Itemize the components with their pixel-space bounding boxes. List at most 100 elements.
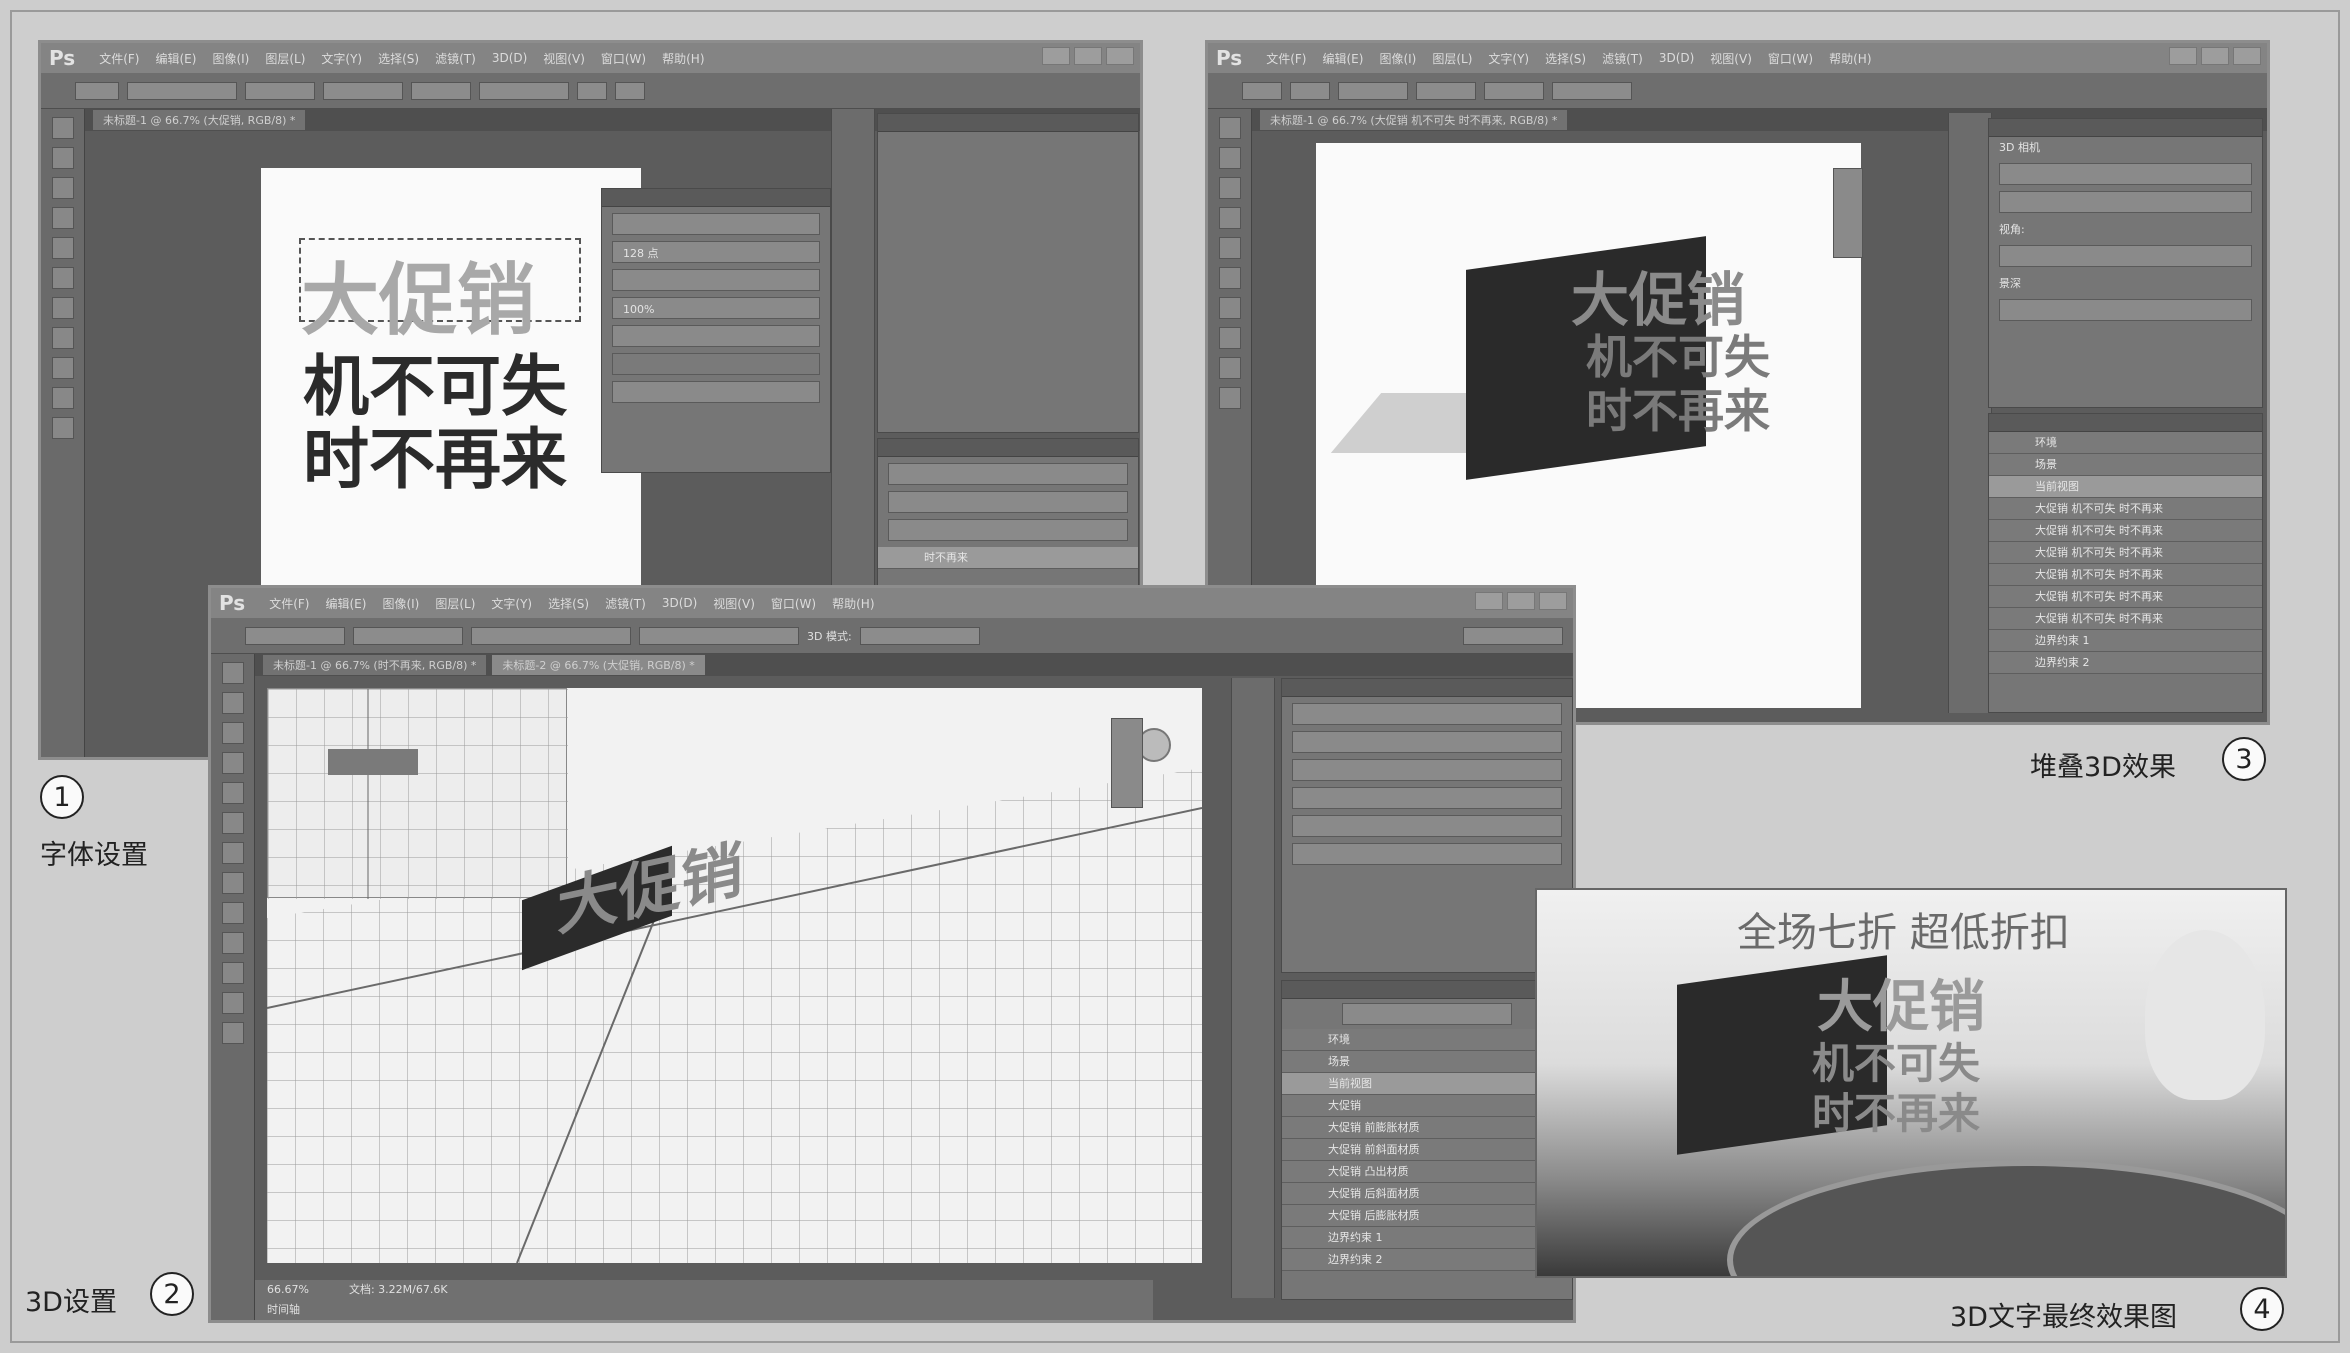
eyedropper-tool-icon[interactable] bbox=[221, 782, 244, 804]
stamp-tool-icon[interactable] bbox=[1218, 267, 1241, 289]
stroke-width-field[interactable] bbox=[1338, 81, 1408, 100]
menu-filter[interactable]: 滤镜(T) bbox=[435, 50, 476, 67]
path-ops[interactable] bbox=[1552, 81, 1632, 100]
align-buttons[interactable] bbox=[479, 81, 569, 100]
menu-window[interactable]: 窗口(W) bbox=[771, 595, 816, 612]
stereo-field[interactable] bbox=[1292, 843, 1562, 865]
eraser-tool-icon[interactable] bbox=[51, 297, 74, 319]
fov-field[interactable] bbox=[1999, 245, 2252, 267]
scene-row[interactable]: 场景 bbox=[1282, 1051, 1572, 1073]
maximize-button[interactable] bbox=[1507, 592, 1535, 610]
distribute-buttons[interactable] bbox=[639, 626, 799, 645]
lasso-tool-icon[interactable] bbox=[221, 722, 244, 744]
hand-tool-icon[interactable] bbox=[1218, 387, 1241, 409]
menu-view[interactable]: 视图(V) bbox=[713, 595, 755, 612]
scene-row[interactable]: 大促销 机不可失 时不再来 bbox=[1989, 520, 2262, 542]
scene-row[interactable]: 边界约束 1 bbox=[1282, 1227, 1572, 1249]
menu-view[interactable]: 视图(V) bbox=[1710, 50, 1752, 67]
crop-tool-icon[interactable] bbox=[221, 752, 244, 774]
lasso-tool-icon[interactable] bbox=[1218, 177, 1241, 199]
font-style-select[interactable] bbox=[245, 81, 315, 100]
menu-layer[interactable]: 图层(L) bbox=[265, 50, 305, 67]
marquee-tool-icon[interactable] bbox=[221, 692, 244, 714]
fov-field[interactable] bbox=[1292, 787, 1562, 809]
style-buttons[interactable] bbox=[612, 353, 820, 375]
scene-row[interactable]: 大促销 前膨胀材质 bbox=[1282, 1117, 1572, 1139]
zoom-level[interactable]: 66.67% bbox=[267, 1280, 309, 1300]
close-button[interactable] bbox=[2233, 47, 2261, 65]
menu-edit[interactable]: 编辑(E) bbox=[1323, 50, 1364, 67]
width-field[interactable] bbox=[1416, 81, 1476, 100]
scene-row[interactable]: 当前视图 bbox=[1989, 476, 2262, 498]
canvas-3d-viewport[interactable]: 大促销 bbox=[267, 688, 1202, 1263]
workspace-select[interactable] bbox=[1463, 626, 1563, 645]
lasso-tool-icon[interactable] bbox=[51, 177, 74, 199]
zoom-tool-icon[interactable] bbox=[51, 417, 74, 439]
doc-tab[interactable]: 未标题-1 @ 66.7% (大促销 机不可失 时不再来, RGB/8) * bbox=[1260, 110, 1568, 130]
menu-window[interactable]: 窗口(W) bbox=[1768, 50, 1813, 67]
menu-3d[interactable]: 3D(D) bbox=[492, 51, 527, 65]
font-family-field[interactable] bbox=[612, 213, 820, 235]
auto-select-checkbox[interactable] bbox=[245, 626, 345, 645]
scene-row[interactable]: 大促销 机不可失 时不再来 bbox=[1989, 542, 2262, 564]
menu-select[interactable]: 选择(S) bbox=[378, 50, 419, 67]
menu-filter[interactable]: 滤镜(T) bbox=[605, 595, 646, 612]
menu-type[interactable]: 文字(Y) bbox=[321, 50, 362, 67]
hand-tool-icon[interactable] bbox=[51, 387, 74, 409]
align-buttons[interactable] bbox=[471, 626, 631, 645]
menu-type[interactable]: 文字(Y) bbox=[491, 595, 532, 612]
menu-filter[interactable]: 滤镜(T) bbox=[1602, 50, 1643, 67]
menu-file[interactable]: 文件(F) bbox=[269, 595, 309, 612]
scene-row[interactable]: 大促销 凸出材质 bbox=[1282, 1161, 1572, 1183]
move-tool-icon[interactable] bbox=[1218, 117, 1241, 139]
scene-row[interactable]: 大促销 前斜面材质 bbox=[1282, 1139, 1572, 1161]
eraser-tool-icon[interactable] bbox=[221, 872, 244, 894]
type-tool-icon[interactable] bbox=[51, 357, 74, 379]
menu-3d[interactable]: 3D(D) bbox=[1659, 51, 1694, 65]
pen-tool-icon[interactable] bbox=[1218, 327, 1241, 349]
doc-tab-2[interactable]: 未标题-2 @ 66.7% (大促销, RGB/8) * bbox=[492, 655, 705, 675]
stamp-tool-icon[interactable] bbox=[51, 267, 74, 289]
commit-button[interactable] bbox=[615, 81, 645, 100]
lock-row[interactable] bbox=[888, 519, 1128, 541]
color-swatch[interactable] bbox=[577, 81, 607, 100]
doc-tab[interactable]: 未标题-1 @ 66.7% (大促销, RGB/8) * bbox=[93, 110, 306, 130]
scale-field[interactable]: 100% bbox=[612, 297, 820, 319]
menu-layer[interactable]: 图层(L) bbox=[435, 595, 475, 612]
scene-row[interactable]: 环境 bbox=[1989, 432, 2262, 454]
scene-row[interactable]: 大促销 后斜面材质 bbox=[1282, 1183, 1572, 1205]
menu-select[interactable]: 选择(S) bbox=[1545, 50, 1586, 67]
scene-row[interactable]: 边界约束 2 bbox=[1282, 1249, 1572, 1271]
doc-tab-1[interactable]: 未标题-1 @ 66.7% (时不再来, RGB/8) * bbox=[263, 655, 487, 675]
projection-toggle[interactable] bbox=[1999, 191, 2252, 213]
distance-field[interactable] bbox=[1999, 299, 2252, 321]
scene-row[interactable]: 大促销 机不可失 时不再来 bbox=[1989, 608, 2262, 630]
menu-image[interactable]: 图像(I) bbox=[212, 50, 249, 67]
scene-row[interactable]: 边界约束 2 bbox=[1989, 652, 2262, 674]
scene-row[interactable]: 当前视图 bbox=[1282, 1073, 1572, 1095]
scene-row[interactable]: 大促销 后膨胀材质 bbox=[1282, 1205, 1572, 1227]
menu-help[interactable]: 帮助(H) bbox=[1829, 50, 1871, 67]
menu-select[interactable]: 选择(S) bbox=[548, 595, 589, 612]
blend-mode-select[interactable] bbox=[888, 491, 1128, 513]
menu-edit[interactable]: 编辑(E) bbox=[326, 595, 367, 612]
eraser-tool-icon[interactable] bbox=[1218, 297, 1241, 319]
fill-swatch[interactable] bbox=[1242, 81, 1282, 100]
crop-tool-icon[interactable] bbox=[1218, 207, 1241, 229]
layer-row[interactable]: 时不再来 bbox=[878, 547, 1138, 569]
stroke-swatch[interactable] bbox=[1290, 81, 1330, 100]
menu-type[interactable]: 文字(Y) bbox=[1488, 50, 1529, 67]
line3-text[interactable]: 时不再来 bbox=[303, 406, 567, 502]
menu-edit[interactable]: 编辑(E) bbox=[156, 50, 197, 67]
menu-3d[interactable]: 3D(D) bbox=[662, 596, 697, 610]
tracking-field[interactable] bbox=[612, 269, 820, 291]
crop-tool-icon[interactable] bbox=[51, 207, 74, 229]
maximize-button[interactable] bbox=[2201, 47, 2229, 65]
menu-view[interactable]: 视图(V) bbox=[543, 50, 585, 67]
menu-window[interactable]: 窗口(W) bbox=[601, 50, 646, 67]
projection-toggle[interactable] bbox=[1292, 759, 1562, 781]
antialias-select[interactable] bbox=[411, 81, 471, 100]
camera-row[interactable] bbox=[1292, 703, 1562, 725]
marquee-tool-icon[interactable] bbox=[1218, 147, 1241, 169]
scene-row[interactable]: 边界约束 1 bbox=[1989, 630, 2262, 652]
